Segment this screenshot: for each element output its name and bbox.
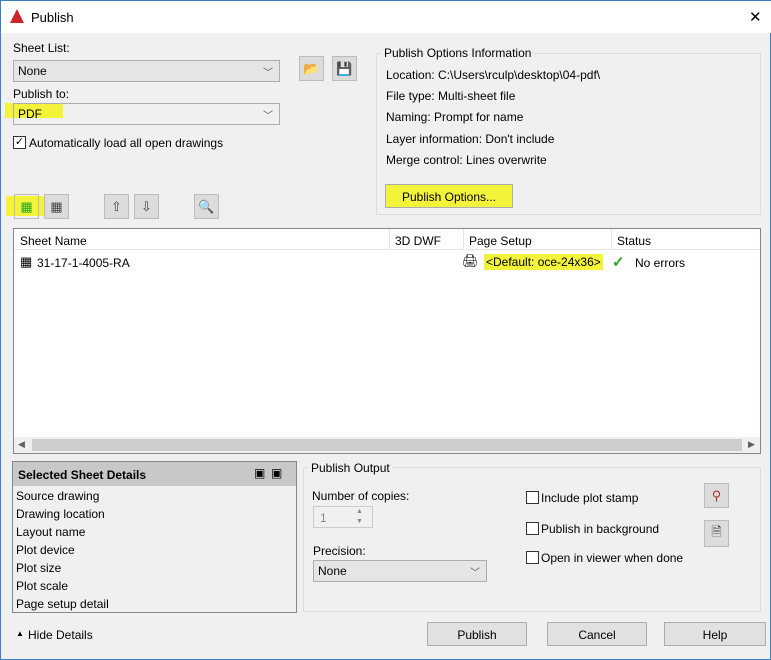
chevron-down-icon: ﹀	[263, 111, 273, 122]
sheet-table: Sheet Name 3D DWF Page Setup Status ▦ 31…	[13, 228, 761, 454]
hide-details-link[interactable]: Hide Details	[28, 628, 93, 642]
publish-background-label: Publish in background	[541, 522, 660, 536]
save-sheet-list-button[interactable]: 💾	[332, 56, 357, 81]
detail-source-drawing: Source drawing	[16, 489, 100, 503]
option-naming: Naming: Prompt for name	[386, 110, 524, 124]
document-download-icon: 🗎	[711, 523, 722, 539]
column-page-setup[interactable]: Page Setup	[469, 234, 532, 248]
open-viewer-checkbox[interactable]	[526, 551, 539, 564]
window-title: Publish	[31, 10, 74, 25]
cancel-button[interactable]: Cancel	[547, 622, 647, 646]
detail-plot-device: Plot device	[16, 543, 75, 557]
column-status[interactable]: Status	[617, 234, 651, 248]
load-sheet-list-button[interactable]: 📂	[299, 56, 324, 81]
detail-drawing-location: Drawing location	[16, 507, 105, 521]
background-settings-button[interactable]: 🗎	[704, 520, 729, 547]
chevron-down-icon: ﹀	[263, 68, 273, 79]
publish-options-button[interactable]: Publish Options...	[385, 184, 513, 208]
scroll-left-icon[interactable]: ◀	[18, 439, 25, 450]
option-location: Location: C:\Users\rculp\desktop\04-pdf\	[386, 68, 601, 82]
check-icon: ✓	[612, 254, 625, 271]
options-info-title: Publish Options Information	[381, 46, 535, 60]
stamp-icon: ⚲	[711, 487, 722, 503]
scrollbar-thumb[interactable]	[32, 439, 742, 451]
copies-value: 1	[320, 511, 327, 525]
detail-plot-scale: Plot scale	[16, 579, 69, 593]
help-button[interactable]: Help	[664, 622, 766, 646]
include-plot-stamp-checkbox[interactable]	[526, 491, 539, 504]
add-sheets-button[interactable]: ▦	[14, 194, 39, 219]
detail-page-setup: Page setup detail	[16, 597, 109, 611]
remove-sheets-button[interactable]: ▦	[44, 194, 69, 219]
publish-to-dropdown[interactable]: PDF ﹀	[13, 103, 280, 125]
collapse-arrow-icon: ▲	[16, 629, 24, 638]
column-sheet-name[interactable]: Sheet Name	[20, 234, 87, 248]
preview-icon: 🔍	[198, 198, 215, 214]
plot-stamp-settings-button[interactable]: ⚲	[704, 483, 729, 508]
sheet-list-dropdown[interactable]: None ﹀	[13, 60, 280, 82]
sheet-list-value: None	[18, 64, 47, 78]
auto-load-checkbox[interactable]: ✓	[13, 136, 26, 149]
precision-value: None	[318, 564, 347, 578]
page-setup-cell[interactable]: <Default: oce-24x36>	[484, 254, 603, 270]
details-header: Selected Sheet Details ▣ ▣	[13, 462, 296, 486]
copies-label: Number of copies:	[312, 489, 410, 503]
move-down-button[interactable]: ⇩	[134, 194, 159, 219]
move-down-icon: ⇩	[141, 198, 152, 214]
autocad-logo-icon	[10, 9, 24, 23]
details-title: Selected Sheet Details	[18, 468, 147, 482]
selected-sheet-details-panel: Selected Sheet Details ▣ ▣ Source drawin…	[12, 461, 297, 613]
publish-button[interactable]: Publish	[427, 622, 527, 646]
table-row[interactable]: ▦ 31-17-1-4005-RA 🖨 <Default: oce-24x36>…	[14, 253, 760, 271]
publish-to-label: Publish to:	[13, 87, 70, 101]
close-icon[interactable]: ✕	[749, 8, 762, 26]
precision-label: Precision:	[313, 544, 366, 558]
move-up-button[interactable]: ⇧	[104, 194, 129, 219]
stepper-down-icon[interactable]: ▼	[356, 518, 363, 525]
include-plot-stamp-label: Include plot stamp	[541, 491, 639, 505]
stepper-up-icon[interactable]: ▲	[356, 508, 363, 515]
scroll-right-icon[interactable]: ▶	[748, 439, 755, 450]
publish-to-value: PDF	[18, 107, 42, 121]
chevron-down-icon: ﹀	[470, 568, 480, 579]
publish-output-title: Publish Output	[308, 461, 393, 475]
copies-stepper[interactable]: 1 ▲ ▼	[313, 506, 373, 528]
status-cell: No errors	[635, 256, 686, 270]
details-preview-icon[interactable]: ▣	[271, 466, 282, 480]
table-header: Sheet Name 3D DWF Page Setup Status	[14, 229, 760, 250]
page-setup-icon: 🖨	[462, 253, 479, 268]
remove-sheet-icon: ▦	[50, 198, 63, 214]
add-sheet-icon: ▦	[20, 198, 33, 214]
folder-icon: 📂	[303, 60, 320, 76]
option-layer-info: Layer information: Don't include	[386, 132, 555, 146]
sheet-name-cell: 31-17-1-4005-RA	[37, 256, 130, 270]
open-viewer-label: Open in viewer when done	[541, 551, 684, 565]
sheet-icon: ▦	[20, 254, 33, 269]
publish-background-checkbox[interactable]	[526, 522, 539, 535]
precision-dropdown[interactable]: None ﹀	[313, 560, 487, 582]
details-view-icon[interactable]: ▣	[254, 466, 265, 480]
title-bar: Publish ✕	[1, 1, 771, 33]
save-icon: 💾	[336, 60, 353, 76]
detail-layout-name: Layout name	[16, 525, 86, 539]
option-file-type: File type: Multi-sheet file	[386, 89, 516, 103]
detail-plot-size: Plot size	[16, 561, 62, 575]
move-up-icon: ⇧	[111, 198, 122, 214]
horizontal-scrollbar[interactable]: ◀ ▶	[14, 437, 760, 453]
preview-button[interactable]: 🔍	[194, 194, 219, 219]
option-merge-control: Merge control: Lines overwrite	[386, 153, 547, 167]
auto-load-label: Automatically load all open drawings	[29, 136, 224, 150]
sheet-list-label: Sheet List:	[13, 41, 70, 55]
column-3d-dwf[interactable]: 3D DWF	[395, 234, 441, 248]
